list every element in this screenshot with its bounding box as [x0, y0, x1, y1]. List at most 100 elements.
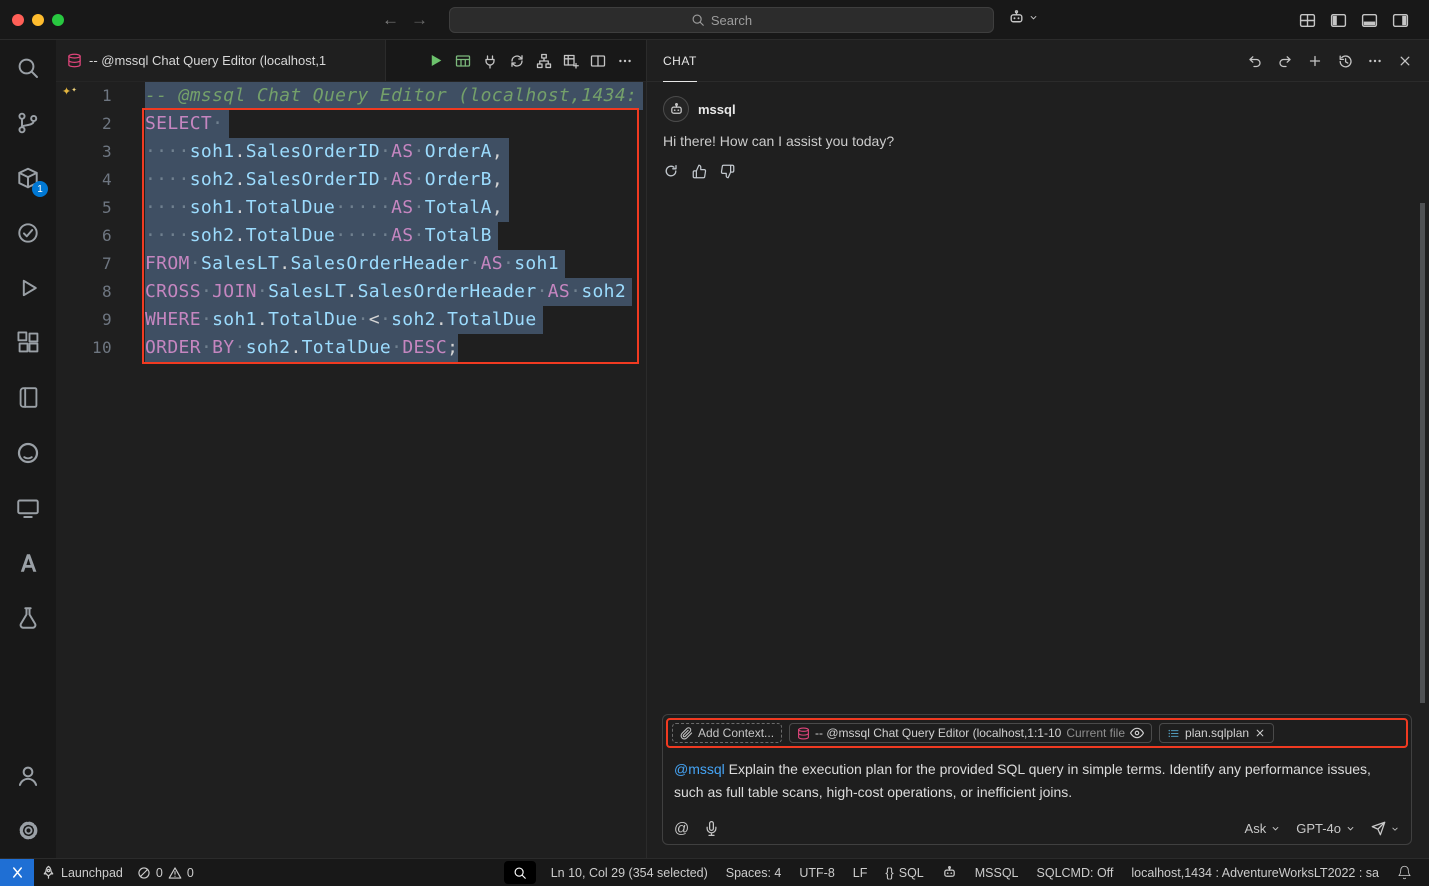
scrollbar[interactable] [1420, 203, 1425, 703]
chat-mode-label: Ask [1245, 821, 1267, 836]
activity-source-control[interactable] [0, 95, 56, 150]
code-line[interactable]: WHERE·soh1.TotalDue·<·soh2.TotalDue [145, 306, 646, 334]
code-line[interactable]: ····soh1.SalesOrderID·AS·OrderA, [145, 138, 646, 166]
query-designer-icon[interactable] [563, 53, 579, 69]
status-bar: Launchpad 0 0 Ln 10, Col 29 (354 selecte… [0, 858, 1429, 886]
line-number[interactable]: 2 [56, 110, 114, 138]
regenerate-icon[interactable] [663, 163, 679, 179]
code-line[interactable]: -- @mssql Chat Query Editor (localhost,1… [145, 82, 646, 110]
status-encoding[interactable]: UTF-8 [792, 859, 841, 886]
editor-tab[interactable]: -- @mssql Chat Query Editor (localhost,1 [56, 40, 386, 81]
line-number[interactable]: 3 [56, 138, 114, 166]
context-chip-plan[interactable]: plan.sqlplan [1159, 723, 1274, 743]
chat-panel-tab[interactable]: CHAT [663, 40, 697, 82]
launchpad-icon [41, 865, 56, 880]
status-cursor-position[interactable]: Ln 10, Col 29 (354 selected) [544, 859, 715, 886]
eye-icon[interactable] [1130, 726, 1144, 740]
model-dropdown[interactable]: GPT-4o [1296, 821, 1356, 836]
status-eol[interactable]: LF [846, 859, 875, 886]
activity-notebooks[interactable] [0, 370, 56, 425]
account-button[interactable] [0, 748, 56, 803]
chat-mode-dropdown[interactable]: Ask [1245, 821, 1282, 836]
toggle-primary-sidebar-icon[interactable] [1330, 12, 1347, 29]
new-chat-icon[interactable] [1307, 53, 1323, 69]
chat-prompt-text: Explain the execution plan for the provi… [674, 761, 1371, 800]
code-line[interactable]: CROSS·JOIN·SalesLT.SalesOrderHeader·AS·s… [145, 278, 646, 306]
run-query-button[interactable] [427, 52, 444, 69]
line-number[interactable]: 1 [56, 82, 114, 110]
code-line[interactable]: ····soh2.TotalDue·····AS·TotalB [145, 222, 646, 250]
chat-history-icon[interactable] [1337, 53, 1353, 69]
command-center-search[interactable]: Search [449, 7, 994, 33]
code-line[interactable]: FROM·SalesLT.SalesOrderHeader·AS·soh1 [145, 250, 646, 278]
toggle-secondary-sidebar-icon[interactable] [1392, 12, 1409, 29]
code-line[interactable]: ····soh2.SalesOrderID·AS·OrderB, [145, 166, 646, 194]
activity-mssql[interactable] [0, 590, 56, 645]
error-count: 0 [156, 866, 163, 880]
status-language[interactable]: {} SQL [878, 859, 930, 886]
split-editor-icon[interactable] [590, 53, 606, 69]
line-number[interactable]: 8 [56, 278, 114, 306]
activity-run-debug[interactable] [0, 260, 56, 315]
status-launchpad[interactable]: Launchpad [34, 859, 130, 886]
settings-button[interactable] [0, 803, 56, 858]
activity-search[interactable] [0, 40, 56, 95]
activity-github[interactable] [0, 425, 56, 480]
code-line[interactable]: ORDER·BY·soh2.TotalDue·DESC; [145, 334, 646, 362]
remove-context-icon[interactable] [1254, 727, 1266, 739]
line-number[interactable]: 5 [56, 194, 114, 222]
code-line[interactable]: ····soh1.TotalDue·····AS·TotalA, [145, 194, 646, 222]
activity-azure[interactable] [0, 535, 56, 590]
line-number[interactable]: 6 [56, 222, 114, 250]
send-button[interactable] [1371, 821, 1400, 836]
thumbs-up-icon[interactable] [692, 164, 707, 179]
code-editor[interactable]: ✦✦ 12345678910 -- @mssql Chat Query Edit… [56, 82, 646, 858]
add-context-button[interactable]: Add Context... [672, 723, 782, 743]
line-number[interactable]: 10 [56, 334, 114, 362]
status-sqlcmd[interactable]: SQLCMD: Off [1030, 859, 1121, 886]
activity-testing[interactable] [0, 205, 56, 260]
estimated-plan-icon[interactable] [509, 53, 525, 69]
toggle-panel-icon[interactable] [1361, 12, 1378, 29]
line-number[interactable]: 9 [56, 306, 114, 334]
status-connection[interactable]: localhost,1434 : AdventureWorksLT2022 : … [1124, 859, 1386, 886]
line-number[interactable]: 4 [56, 166, 114, 194]
more-icon[interactable] [1367, 53, 1383, 69]
results-grid-icon[interactable] [455, 53, 471, 69]
close-window-button[interactable] [12, 14, 24, 26]
status-notifications[interactable] [1390, 859, 1419, 886]
chat-input-text[interactable]: @mssql Explain the execution plan for th… [663, 751, 1411, 804]
schema-visualization-icon[interactable] [536, 53, 552, 69]
status-problems[interactable]: 0 0 [130, 859, 201, 886]
customize-layout-icon[interactable] [1299, 12, 1316, 29]
redo-icon[interactable] [1277, 53, 1293, 69]
status-copilot[interactable] [935, 859, 964, 886]
context-chip-current-file[interactable]: -- @mssql Chat Query Editor (localhost,1… [789, 723, 1152, 743]
change-connection-icon[interactable] [482, 53, 498, 69]
mention-button[interactable]: @ [674, 820, 689, 837]
more-actions-icon[interactable] [617, 53, 633, 69]
chat-input-container[interactable]: Add Context... -- @mssql Chat Query Edit… [662, 714, 1412, 845]
go-forward-icon[interactable]: → [411, 10, 428, 30]
thumbs-down-icon[interactable] [720, 164, 735, 179]
status-indentation[interactable]: Spaces: 4 [719, 859, 789, 886]
status-mssql[interactable]: MSSQL [968, 859, 1026, 886]
minimize-window-button[interactable] [32, 14, 44, 26]
status-zoom[interactable] [504, 861, 536, 884]
undo-icon[interactable] [1247, 53, 1263, 69]
chevron-down-icon [1345, 823, 1356, 834]
add-context-label: Add Context... [698, 726, 774, 740]
annotation-box-context: Add Context... -- @mssql Chat Query Edit… [666, 718, 1408, 748]
close-icon[interactable] [1397, 53, 1413, 69]
copilot-menu-button[interactable] [1008, 9, 1039, 26]
zoom-window-button[interactable] [52, 14, 64, 26]
code-line[interactable]: SELECT· [145, 110, 646, 138]
go-back-icon[interactable]: ← [382, 10, 399, 30]
line-number[interactable]: 7 [56, 250, 114, 278]
assistant-name: mssql [698, 102, 736, 117]
remote-indicator[interactable] [0, 859, 34, 886]
mic-icon[interactable] [704, 821, 719, 836]
activity-references[interactable]: 1 [0, 150, 56, 205]
activity-remote-explorer[interactable] [0, 480, 56, 535]
activity-extensions[interactable] [0, 315, 56, 370]
